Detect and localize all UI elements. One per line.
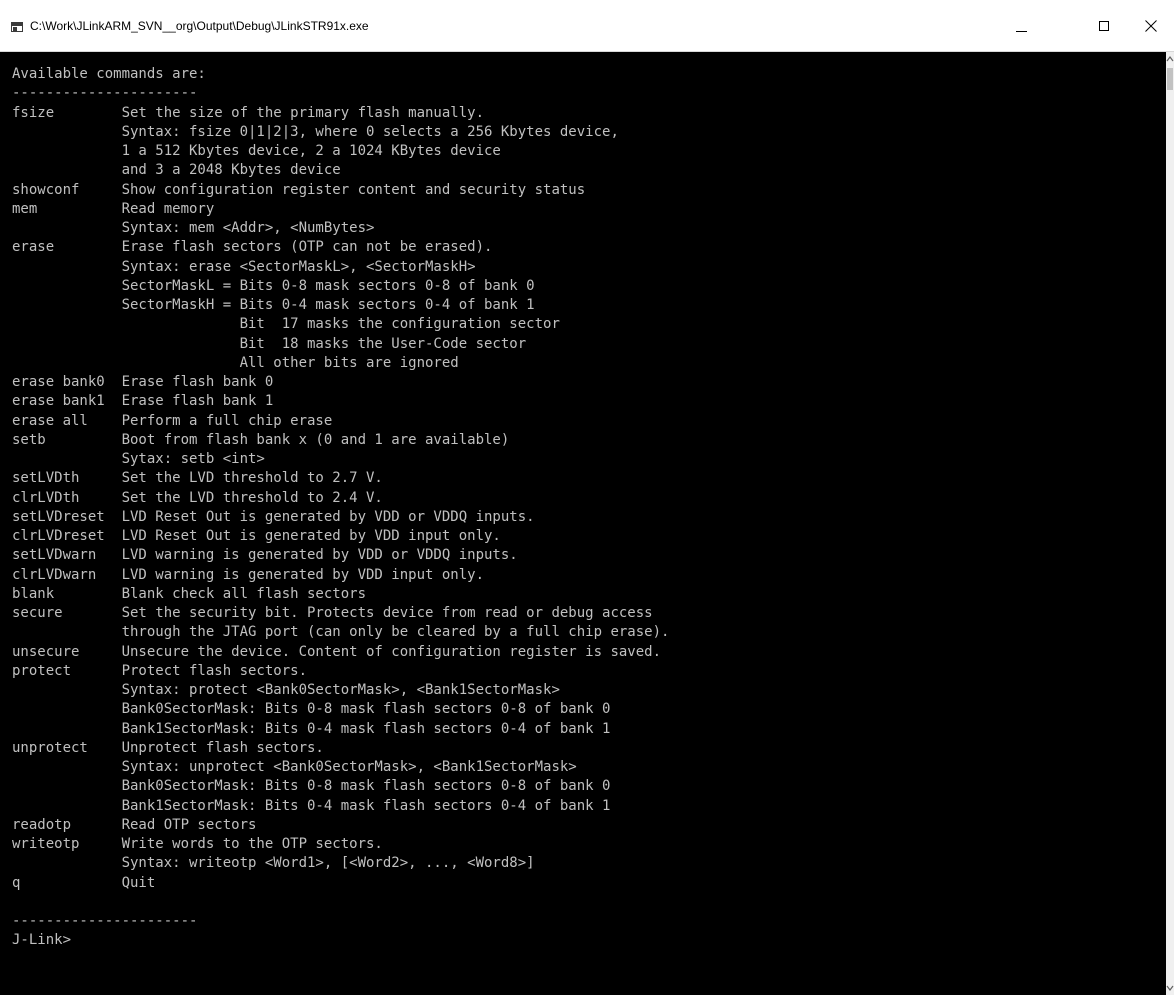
- console-line: ----------------------: [12, 913, 198, 929]
- console-line: mem Read memory: [12, 200, 215, 217]
- close-icon: [1145, 20, 1157, 32]
- console-line: SectorMaskL = Bits 0-8 mask sectors 0-8 …: [12, 277, 535, 294]
- maximize-button[interactable]: [1081, 0, 1127, 52]
- console-line: and 3 a 2048 Kbytes device: [12, 162, 341, 179]
- scroll-up-button[interactable]: [1166, 52, 1174, 66]
- console-line: erase Erase flash sectors (OTP can not b…: [12, 239, 493, 256]
- console-line: unprotect Unprotect flash sectors.: [12, 739, 324, 756]
- console-line: Bank0SectorMask: Bits 0-8 mask flash sec…: [12, 701, 611, 718]
- scroll-down-icon: [1166, 985, 1174, 991]
- console-line: Bit 18 masks the User-Code sector: [12, 335, 527, 352]
- console-app-icon[interactable]: [11, 22, 23, 32]
- app-icon-prompt: [13, 27, 17, 31]
- console-line: Available commands are:: [12, 66, 206, 82]
- minimize-icon: [1016, 31, 1027, 32]
- console-line: Bank1SectorMask: Bits 0-4 mask flash sec…: [12, 797, 611, 814]
- console-line: ----------------------: [12, 85, 198, 102]
- console-line: protect Protect flash sectors.: [12, 662, 308, 679]
- console-line: setb Boot from flash bank x (0 and 1 are…: [12, 431, 510, 448]
- console-line: through the JTAG port (can only be clear…: [12, 624, 670, 641]
- console-line: Sytax: setb <int>: [12, 451, 265, 467]
- console-line: setLVDreset LVD Reset Out is generated b…: [12, 508, 535, 525]
- console-line: Syntax: writeotp <Word1>, [<Word2>, ...,…: [12, 855, 535, 872]
- console-line: readotp Read OTP sectors: [12, 816, 257, 833]
- console-line: fsize Set the size of the primary flash …: [12, 104, 485, 121]
- window-title: C:\Work\JLinkARM_SVN__org\Output\Debug\J…: [30, 19, 369, 33]
- console-line: unsecure Unsecure the device. Content of…: [12, 643, 662, 660]
- vertical-scrollbar[interactable]: [1166, 52, 1174, 995]
- console-line: showconf Show configuration register con…: [12, 181, 586, 198]
- close-button[interactable]: [1128, 0, 1174, 52]
- app-icon-bar: [12, 23, 22, 26]
- console-line: erase all Perform a full chip erase: [12, 412, 333, 429]
- console-line: Bank0SectorMask: Bits 0-8 mask flash sec…: [12, 778, 611, 795]
- console-line: setLVDth Set the LVD threshold to 2.7 V.: [12, 470, 383, 487]
- console-line: erase bank0 Erase flash bank 0: [12, 374, 274, 390]
- console-line: erase bank1 Erase flash bank 1: [12, 393, 274, 410]
- console-line: secure Set the security bit. Protects de…: [12, 605, 653, 621]
- scroll-down-button[interactable]: [1166, 981, 1174, 995]
- scroll-thumb[interactable]: [1167, 68, 1173, 90]
- maximize-icon: [1099, 21, 1109, 31]
- console-line: setLVDwarn LVD warning is generated by V…: [12, 547, 518, 564]
- console-line: Syntax: fsize 0|1|2|3, where 0 selects a…: [12, 123, 619, 140]
- scroll-up-icon: [1166, 56, 1174, 62]
- console-line: clrLVDth Set the LVD threshold to 2.4 V.: [12, 489, 383, 506]
- console-window: C:\Work\JLinkARM_SVN__org\Output\Debug\J…: [0, 0, 1174, 995]
- console-line: writeotp Write words to the OTP sectors.: [12, 836, 383, 852]
- minimize-button[interactable]: [998, 0, 1044, 52]
- console-line: Bank1SectorMask: Bits 0-4 mask flash sec…: [12, 720, 611, 737]
- console-line: Syntax: protect <Bank0SectorMask>, <Bank…: [12, 682, 560, 698]
- title-bar[interactable]: C:\Work\JLinkARM_SVN__org\Output\Debug\J…: [0, 0, 1174, 52]
- console-line: clrLVDwarn LVD warning is generated by V…: [12, 566, 485, 583]
- console-line: J-Link>: [12, 932, 72, 949]
- console-lines: Available commands are: -----------------…: [12, 65, 669, 951]
- console-line: Syntax: unprotect <Bank0SectorMask>, <Ba…: [12, 759, 577, 775]
- console-line: clrLVDreset LVD Reset Out is generated b…: [12, 528, 501, 544]
- console-line: 1 a 512 Kbytes device, 2 a 1024 KBytes d…: [12, 143, 501, 159]
- console-line: Syntax: mem <Addr>, <NumBytes>: [12, 220, 375, 236]
- console-line: Bit 17 masks the configuration sector: [12, 316, 560, 333]
- console-line: SectorMaskH = Bits 0-4 mask sectors 0-4 …: [12, 297, 535, 313]
- console-line: q Quit: [12, 874, 156, 891]
- console-line: All other bits are ignored: [12, 354, 459, 371]
- console-line: Syntax: erase <SectorMaskL>, <SectorMask…: [12, 258, 476, 275]
- console-output[interactable]: Available commands are: -----------------…: [0, 52, 1166, 995]
- console-line: blank Blank check all flash sectors: [12, 585, 367, 602]
